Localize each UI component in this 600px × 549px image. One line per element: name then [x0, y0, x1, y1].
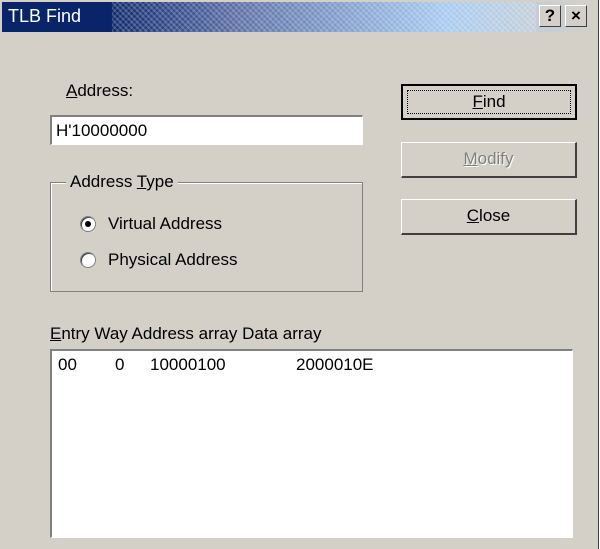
physical-address-radio[interactable]	[80, 252, 96, 268]
list-item[interactable]: 00 0 10000100 2000010E	[52, 355, 572, 377]
title-bar[interactable]: TLB Find ? ×	[2, 2, 596, 32]
tlb-find-dialog: TLB Find ? × Address: Address Type Virtu…	[0, 0, 599, 549]
address-type-group	[50, 182, 363, 292]
address-array-cell: 10000100	[150, 355, 226, 374]
address-label: Address:	[66, 81, 134, 100]
results-list[interactable]: 00 0 10000100 2000010E	[50, 349, 573, 538]
data-array-cell: 2000010E	[296, 355, 374, 374]
physical-address-label: Physical Address	[108, 250, 238, 269]
virtual-address-option[interactable]: Virtual Address	[80, 214, 222, 234]
address-type-legend: Address Type	[66, 172, 178, 192]
focus-rectangle	[407, 90, 571, 114]
title-bar-pattern	[112, 2, 536, 32]
close-icon: ×	[571, 6, 581, 25]
close-button[interactable]: Close	[401, 199, 577, 235]
entry-cell: 00	[58, 355, 77, 374]
virtual-address-label: Virtual Address	[108, 214, 223, 233]
virtual-address-radio[interactable]	[80, 216, 96, 232]
way-cell: 0	[115, 355, 125, 374]
close-window-button[interactable]: ×	[565, 5, 587, 27]
physical-address-option[interactable]: Physical Address	[80, 250, 237, 270]
help-icon: ?	[544, 6, 556, 25]
help-button[interactable]: ?	[539, 5, 561, 27]
modify-button[interactable]: Modify	[401, 142, 577, 178]
address-input[interactable]	[50, 115, 363, 145]
results-header: Entry Way Address array Data array	[50, 324, 322, 343]
window-title: TLB Find	[8, 6, 82, 26]
find-button[interactable]: Find	[401, 84, 577, 120]
